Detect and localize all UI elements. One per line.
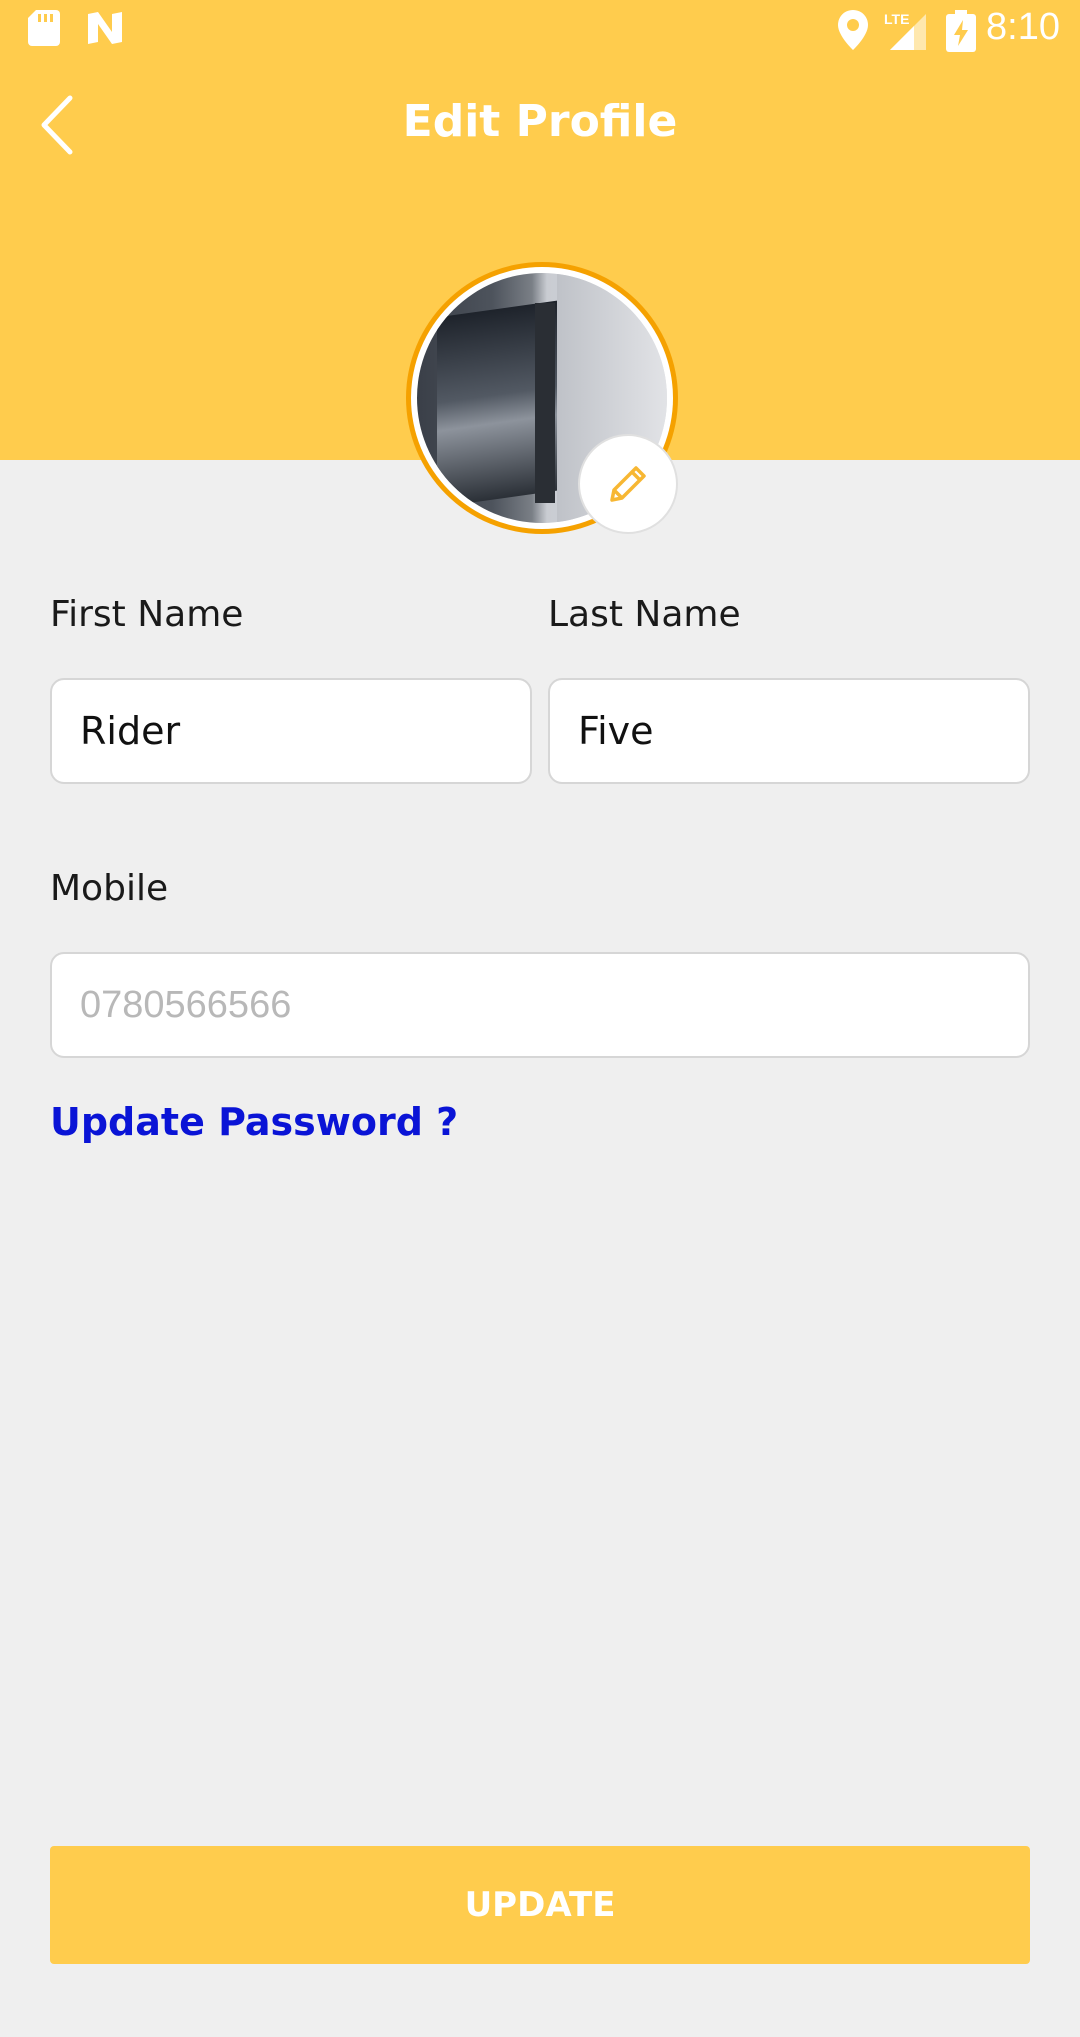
update-password-link[interactable]: Update Password ?: [50, 1100, 458, 1144]
first-name-field[interactable]: Rider: [50, 678, 532, 784]
lte-signal-icon: LTE: [884, 11, 926, 50]
update-button[interactable]: UPDATE: [50, 1846, 1030, 1964]
svg-text:LTE: LTE: [884, 11, 909, 27]
mobile-label: Mobile: [50, 868, 169, 909]
page-title: Edit Profile: [402, 96, 678, 147]
status-bar: LTE 8:10: [0, 0, 1080, 62]
first-name-label: First Name: [50, 594, 244, 635]
sd-card-icon: [28, 10, 60, 46]
status-time: 8:10: [986, 6, 1060, 48]
mobile-field[interactable]: 0780566566: [50, 952, 1030, 1058]
pencil-icon: [610, 466, 646, 502]
last-name-field[interactable]: Five: [548, 678, 1030, 784]
n-notification-icon: [88, 12, 122, 44]
battery-charging-icon: [946, 10, 976, 52]
edit-photo-button[interactable]: [578, 434, 678, 534]
location-icon: [838, 10, 868, 50]
last-name-label: Last Name: [548, 594, 741, 635]
